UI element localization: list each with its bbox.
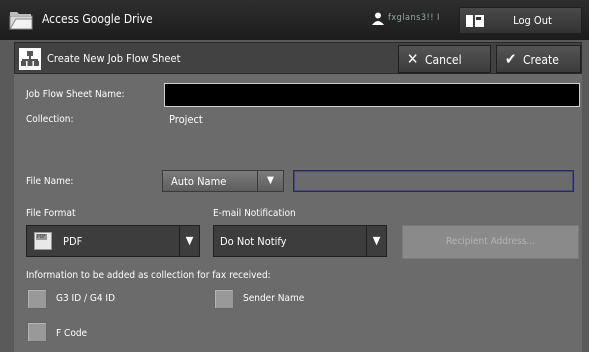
file-name-mode-value: Auto Name [171,175,227,188]
file-name-label: File Name: [26,176,74,187]
top-bar: Access Google Drive fxglans3!! I Log Out [0,0,589,40]
create-label: Create [523,53,559,67]
file-name-input[interactable] [293,170,574,192]
email-notification-label: E-mail Notification [213,208,296,219]
log-out-icon [466,15,484,27]
cancel-label: Cancel [425,53,462,67]
app-title: Access Google Drive [42,12,153,26]
log-out-button[interactable]: Log Out [459,7,582,34]
user-name: fxglans3!! I [388,13,440,23]
pdf-file-icon: PDF [34,232,52,250]
sender-name-checkbox[interactable] [214,289,234,309]
sender-name-label: Sender Name [243,293,305,304]
file-format-select[interactable]: PDF PDF ▼ [26,225,200,257]
user-icon [372,12,384,25]
fax-info-label: Information to be added as collection fo… [26,270,271,281]
collection-value: Project [169,113,203,126]
job-flow-sheet-icon [19,48,41,70]
sheet-name-input[interactable] [164,83,580,107]
email-notification-value: Do Not Notify [220,235,287,248]
file-format-value: PDF [63,235,83,248]
g3-g4-id-label: G3 ID / G4 ID [56,293,116,304]
cancel-button[interactable]: ✕ Cancel [398,45,491,73]
dialog-header: Create New Job Flow Sheet ✕ Cancel ✔ Cre… [14,42,582,74]
recipient-address-button[interactable]: Recipient Address... [402,225,579,259]
chevron-down-icon: ▼ [257,171,283,191]
f-code-label: F Code [56,328,88,339]
create-button[interactable]: ✔ Create [496,45,581,73]
folder-icon [9,12,33,30]
collection-label: Collection: [26,114,74,125]
dialog-title: Create New Job Flow Sheet [47,52,181,65]
checkmark-icon: ✔ [505,50,517,68]
chevron-down-icon: ▼ [366,226,386,256]
file-name-mode-select[interactable]: Auto Name ▼ [162,170,284,192]
email-notification-select[interactable]: Do Not Notify ▼ [213,225,387,257]
file-format-label: File Format [26,208,76,219]
f-code-checkbox[interactable] [27,322,47,342]
chevron-down-icon: ▼ [179,226,199,256]
g3-g4-id-checkbox[interactable] [27,289,47,309]
sheet-name-label: Job Flow Sheet Name: [26,89,125,100]
log-out-label: Log Out [513,14,552,27]
form-panel: Job Flow Sheet Name: Collection: Project… [14,74,582,352]
close-icon: ✕ [407,50,419,68]
